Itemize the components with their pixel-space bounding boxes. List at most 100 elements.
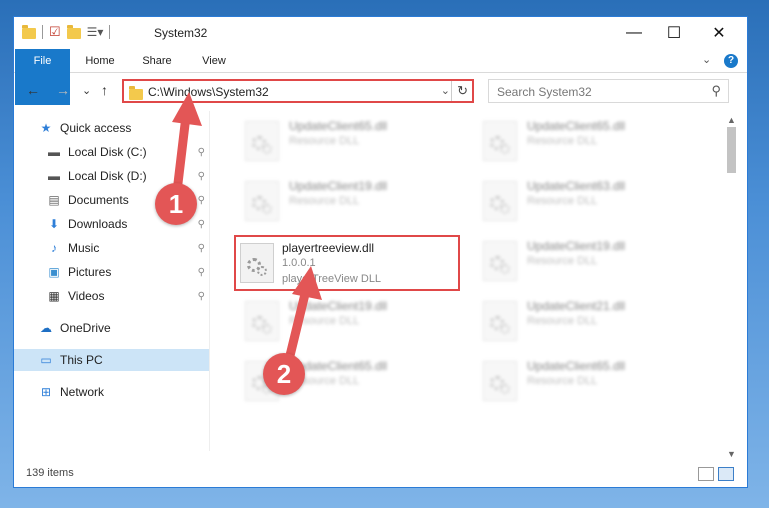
maximize-button[interactable]: ☐ bbox=[651, 17, 697, 49]
drive-icon: ▬ bbox=[48, 145, 60, 159]
pin-icon: ⚲ bbox=[197, 290, 205, 302]
status-bar: 139 items bbox=[14, 463, 747, 487]
step-badge-1: 1 bbox=[155, 183, 197, 225]
pin-icon: ⚲ bbox=[197, 194, 205, 206]
file-item[interactable]: UpdateClient19.dll Resource DLL bbox=[229, 173, 454, 229]
sidebar-item-quick-access[interactable]: ★ Quick access bbox=[14, 117, 209, 139]
sidebar-item-label: This PC bbox=[60, 353, 103, 367]
file-version: 1.0.0.1 bbox=[282, 257, 316, 269]
search-placeholder: Search System32 bbox=[497, 85, 592, 99]
folder-icon bbox=[129, 86, 143, 100]
sidebar-item-pictures[interactable]: ▣ Pictures ⚲ bbox=[14, 261, 209, 283]
music-icon: ♪ bbox=[51, 241, 57, 255]
file-description: playerTreeView DLL bbox=[282, 273, 382, 285]
dll-file-icon bbox=[483, 121, 517, 161]
sidebar-item-label: Downloads bbox=[68, 217, 128, 231]
file-item[interactable]: UpdateClient19.dll Resource DLL bbox=[229, 293, 454, 349]
step-badge-2: 2 bbox=[263, 353, 305, 395]
recent-locations-button[interactable]: ⌄ bbox=[82, 84, 91, 97]
new-folder-icon[interactable] bbox=[66, 24, 81, 39]
quick-access-toolbar: ☑ ☰▾ bbox=[22, 24, 111, 40]
file-item[interactable]: UpdateClient19.dll Resource DLL bbox=[467, 233, 692, 289]
dll-file-icon bbox=[245, 181, 279, 221]
customize-toolbar-icon[interactable]: ☰▾ bbox=[87, 25, 104, 39]
sidebar-item-local-disk-c[interactable]: ▬ Local Disk (C:) ⚲ bbox=[14, 141, 209, 163]
cloud-icon: ☁ bbox=[40, 321, 52, 335]
videos-icon: ▦ bbox=[48, 289, 60, 303]
file-name: playertreeview.dll bbox=[282, 241, 375, 255]
file-item[interactable]: UpdateClient65.dll Resource DLL bbox=[229, 353, 454, 409]
search-icon: ⚲ bbox=[711, 83, 721, 98]
dll-file-icon bbox=[483, 181, 517, 221]
sidebar-item-network[interactable]: ⊞ Network bbox=[14, 381, 209, 403]
sidebar-item-label: Videos bbox=[68, 289, 105, 303]
dll-file-icon bbox=[245, 301, 279, 341]
sidebar-item-onedrive[interactable]: ☁ OneDrive bbox=[14, 317, 209, 339]
dll-file-icon bbox=[240, 243, 274, 283]
large-icons-view-icon[interactable] bbox=[718, 467, 734, 481]
vertical-scrollbar[interactable]: ▲ ▼ bbox=[724, 113, 739, 461]
back-button[interactable]: ← bbox=[26, 82, 40, 98]
drive-icon: ▬ bbox=[48, 169, 60, 183]
collapse-ribbon-icon[interactable]: ⌄ bbox=[702, 53, 711, 66]
properties-icon[interactable]: ☑ bbox=[49, 24, 61, 40]
sidebar-item-label: Music bbox=[68, 241, 100, 255]
dll-file-icon bbox=[483, 361, 517, 401]
pin-icon: ⚲ bbox=[197, 242, 205, 254]
dll-file-icon bbox=[483, 301, 517, 341]
search-input[interactable]: Search System32 ⚲ bbox=[488, 79, 729, 103]
pin-icon: ⚲ bbox=[197, 218, 205, 230]
navigation-bar: ← → ⌄ ↑ C:\Windows\System32 ⌄ ↻ Search S… bbox=[14, 74, 747, 108]
pin-icon: ⚲ bbox=[197, 266, 205, 278]
file-explorer-window: ☑ ☰▾ System32 — ☐ ✕ File Home Share View… bbox=[13, 16, 748, 488]
sidebar-item-label: Network bbox=[60, 385, 105, 399]
file-list: UpdateClient65.dll Resource DLL UpdateCl… bbox=[219, 111, 729, 461]
pin-icon: ⚲ bbox=[197, 170, 205, 182]
file-item[interactable]: UpdateClient65.dll Resource DLL bbox=[467, 353, 692, 409]
ribbon-tabs: File Home Share View ⌄ ? bbox=[14, 49, 747, 105]
file-item[interactable]: UpdateClient21.dll Resource DLL bbox=[467, 293, 692, 349]
sidebar-item-label: OneDrive bbox=[60, 321, 111, 335]
dll-file-icon bbox=[483, 241, 517, 281]
computer-icon: ▭ bbox=[40, 353, 52, 367]
file-item[interactable]: UpdateClient63.dll Resource DLL bbox=[467, 173, 692, 229]
scroll-up-icon[interactable]: ▲ bbox=[727, 115, 736, 125]
folder-icon bbox=[22, 24, 36, 39]
tab-view[interactable]: View bbox=[192, 49, 236, 73]
tab-share[interactable]: Share bbox=[134, 49, 180, 73]
address-path: C:\Windows\System32 bbox=[148, 85, 269, 99]
documents-icon: ▤ bbox=[48, 193, 60, 207]
file-item-playertreeview[interactable]: playertreeview.dll 1.0.0.1 playerTreeVie… bbox=[234, 235, 460, 291]
sidebar-item-label: Quick access bbox=[60, 121, 132, 135]
download-icon: ⬇ bbox=[48, 217, 60, 231]
sidebar-item-label: Local Disk (C:) bbox=[68, 145, 147, 159]
sidebar-item-music[interactable]: ♪ Music ⚲ bbox=[14, 237, 209, 259]
file-item[interactable]: UpdateClient65.dll Resource DLL bbox=[467, 113, 692, 169]
forward-button[interactable]: → bbox=[56, 82, 70, 98]
close-button[interactable]: ✕ bbox=[696, 17, 742, 49]
window-title: System32 bbox=[154, 26, 208, 40]
sidebar-item-label: Local Disk (D:) bbox=[68, 169, 147, 183]
sidebar-item-videos[interactable]: ▦ Videos ⚲ bbox=[14, 285, 209, 307]
file-item[interactable]: UpdateClient65.dll Resource DLL bbox=[229, 113, 454, 169]
scrollbar-thumb[interactable] bbox=[727, 127, 736, 173]
star-icon: ★ bbox=[40, 121, 52, 135]
help-icon[interactable]: ? bbox=[724, 54, 738, 68]
network-icon: ⊞ bbox=[40, 385, 52, 399]
tab-home[interactable]: Home bbox=[78, 49, 122, 73]
sidebar-item-this-pc[interactable]: ▭ This PC bbox=[14, 349, 209, 371]
title-bar: ☑ ☰▾ System32 — ☐ ✕ bbox=[14, 17, 747, 49]
up-button[interactable]: ↑ bbox=[101, 82, 108, 98]
details-view-icon[interactable] bbox=[698, 467, 714, 481]
sidebar-item-label: Pictures bbox=[68, 265, 112, 279]
address-bar[interactable]: C:\Windows\System32 ⌄ ↻ bbox=[122, 79, 474, 103]
item-count: 139 items bbox=[26, 467, 74, 479]
address-dropdown-icon[interactable]: ⌄ bbox=[441, 84, 450, 97]
navigation-pane: ★ Quick access ▬ Local Disk (C:) ⚲ ▬ Loc… bbox=[14, 111, 209, 461]
sidebar-item-label: Documents bbox=[68, 193, 129, 207]
scroll-down-icon[interactable]: ▼ bbox=[727, 449, 736, 459]
refresh-icon[interactable]: ↻ bbox=[457, 83, 468, 99]
pictures-icon: ▣ bbox=[48, 265, 60, 279]
pin-icon: ⚲ bbox=[197, 146, 205, 158]
dll-file-icon bbox=[245, 121, 279, 161]
